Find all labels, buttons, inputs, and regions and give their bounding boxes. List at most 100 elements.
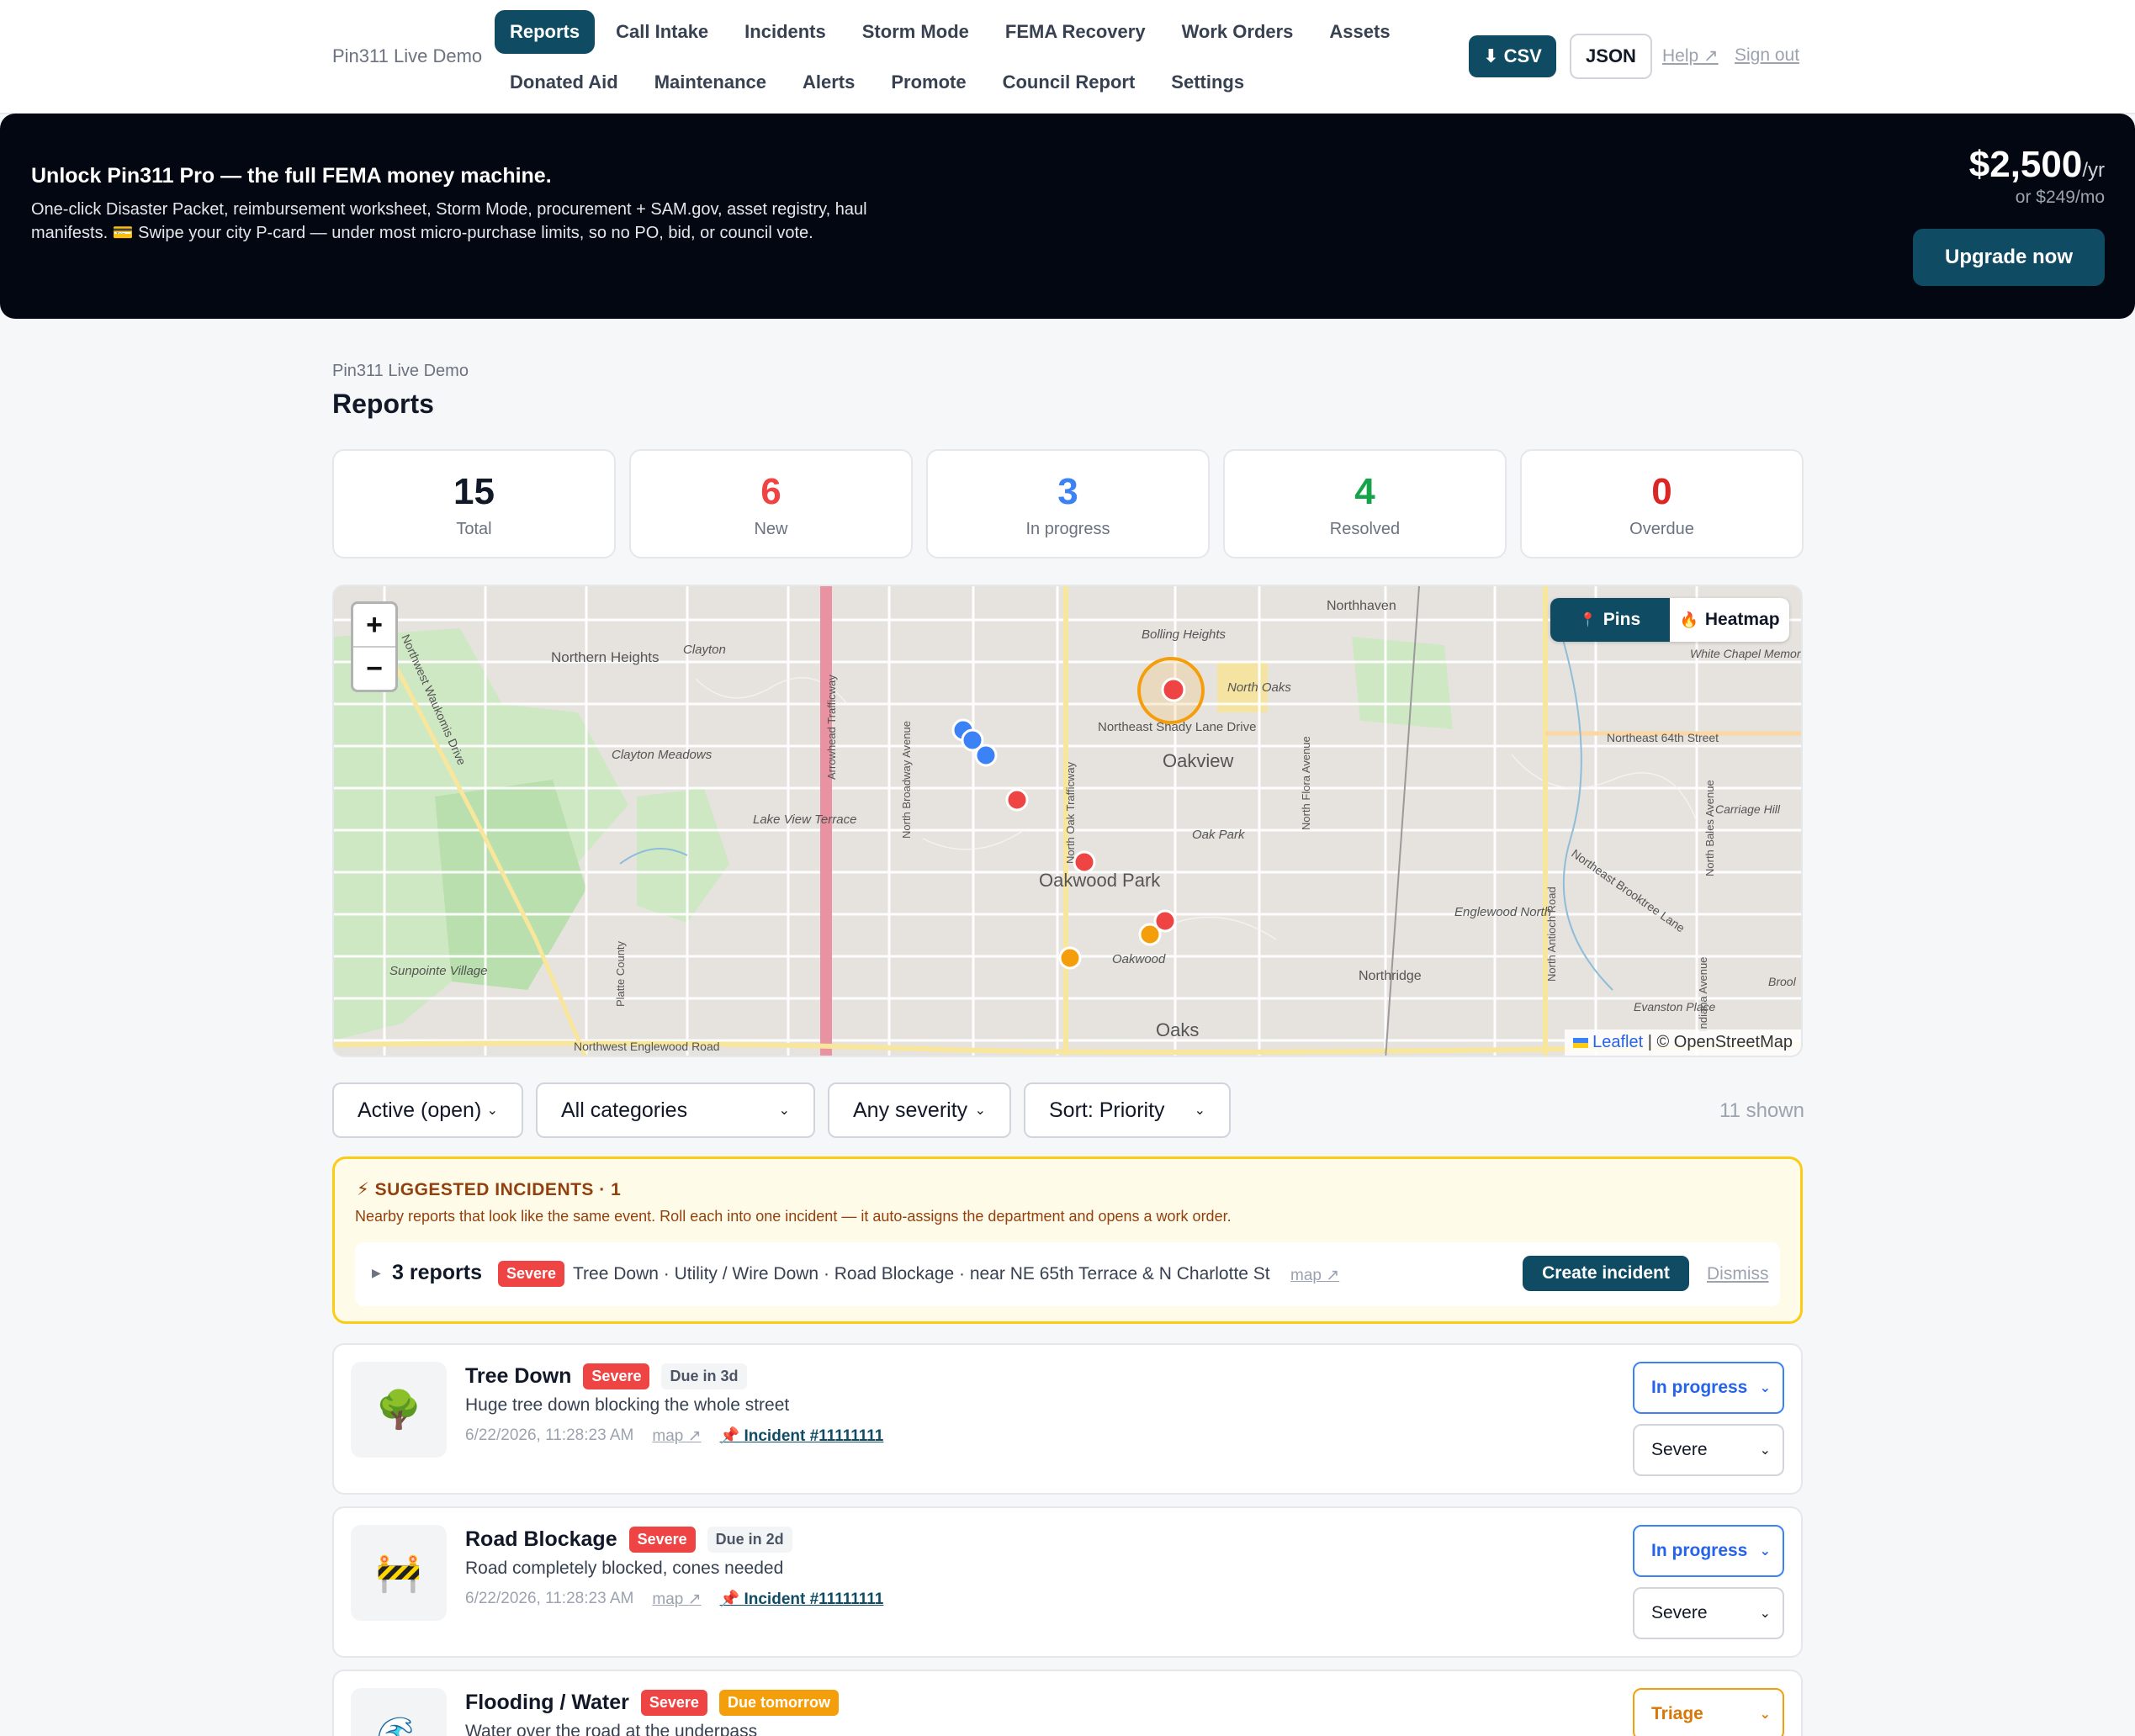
shown-count: 11 shown [1719,1099,1804,1122]
severity-value: Severe [1651,1440,1708,1459]
nav-tab-work-orders[interactable]: Work Orders [1167,10,1309,54]
nav-tab-donated-aid[interactable]: Donated Aid [495,61,633,104]
nav-tab-settings[interactable]: Settings [1156,61,1259,104]
nav-tab-fema-recovery[interactable]: FEMA Recovery [990,10,1161,54]
pin-severe[interactable] [1073,850,1096,874]
pin-severe[interactable] [1161,677,1186,702]
chevron-down-icon: ⌄ [1759,1707,1771,1722]
report-card[interactable]: 🚧 Road Blockage Severe Due in 2d Road co… [332,1506,1803,1658]
status-value: In progress [1651,1378,1748,1397]
place-label: North Broadway Avenue [900,721,913,839]
report-count: 3 reports [392,1261,482,1284]
nav-tab-assets[interactable]: Assets [1314,10,1405,54]
leaflet-link[interactable]: Leaflet [1592,1033,1643,1051]
status-value: Triage [1651,1704,1703,1723]
download-csv-button[interactable]: ⬇ CSV [1469,35,1556,77]
category-filter-select[interactable]: All categories ⌄ [536,1082,815,1138]
report-card[interactable]: 🌳 Tree Down Severe Due in 3d Huge tree d… [332,1343,1803,1495]
report-title: Tree Down [465,1364,572,1388]
place-label: Sunpointe Village [389,964,487,978]
nav-tab-reports[interactable]: Reports [495,10,596,54]
zoom-out-button[interactable]: − [353,648,395,690]
reports-map[interactable]: Northern Heights Clayton Clayton Meadows… [332,585,1803,1057]
promo-text: One-click Disaster Packet, reimbursement… [31,200,867,242]
status-filter-select[interactable]: Active (open) ⌄ [332,1082,523,1138]
report-title: Flooding / Water [465,1691,629,1714]
status-select[interactable]: In progress ⌄ [1633,1525,1784,1577]
stat-card-new[interactable]: 6 New [629,449,913,558]
due-badge: Due in 2d [707,1527,792,1553]
heatmap-label: Heatmap [1704,610,1780,629]
chevron-down-icon: ⌄ [1194,1104,1205,1118]
nav-row-1: Reports Call Intake Incidents Storm Mode… [495,10,1412,54]
place-label: Clayton [683,643,726,657]
nav-tab-storm-mode[interactable]: Storm Mode [847,10,984,54]
map-tiles[interactable]: Northern Heights Clayton Clayton Meadows… [334,586,1803,1057]
stat-card-total[interactable]: 15 Total [332,449,616,558]
pin-triage[interactable] [1138,923,1162,946]
pins-toggle-button[interactable]: 📍 Pins [1550,598,1670,642]
nav-tab-maintenance[interactable]: Maintenance [639,61,781,104]
suggested-incidents-panel: ⚡ SUGGESTED INCIDENTS · 1 Nearby reports… [332,1156,1803,1324]
download-icon: ⬇ [1483,45,1499,66]
upgrade-now-button[interactable]: Upgrade now [1913,229,2105,286]
map-link[interactable]: map ↗ [652,1426,701,1446]
severity-value: Severe [1651,1603,1708,1622]
pin-in-progress[interactable] [974,744,998,767]
status-select[interactable]: Triage ⌄ [1633,1688,1784,1736]
promo-title: Unlock Pin311 Pro — the full FEMA money … [31,164,552,188]
download-json-button[interactable]: JSON [1570,34,1652,79]
stat-label: Total [456,520,492,538]
sort-select[interactable]: Sort: Priority ⌄ [1024,1082,1231,1138]
stat-value: 4 [1354,471,1375,512]
place-label: North Bales Avenue [1703,780,1716,876]
barrier-icon: 🚧 [351,1525,447,1621]
heatmap-toggle-button[interactable]: 🔥 Heatmap [1670,598,1789,642]
expand-caret-icon[interactable]: ▶ [372,1266,381,1280]
chevron-down-icon: ⌄ [486,1104,498,1118]
zoom-control: + − [351,601,398,692]
map-link[interactable]: map ↗ [652,1590,701,1609]
place-label: Northridge [1359,969,1422,983]
place-label: North Antioch Road [1545,887,1558,982]
chevron-down-icon: ⌄ [1759,1606,1771,1621]
incident-link[interactable]: 📌 Incident #11111111 [720,1589,884,1609]
report-title-row: Road Blockage Severe Due in 2d [465,1527,792,1553]
severity-filter-select[interactable]: Any severity ⌄ [828,1082,1011,1138]
dismiss-button[interactable]: Dismiss [1707,1264,1769,1284]
nav-tab-alerts[interactable]: Alerts [787,61,870,104]
stat-card-in-progress[interactable]: 3 In progress [926,449,1210,558]
pin-severe[interactable] [1005,788,1029,812]
stat-card-overdue[interactable]: 0 Overdue [1520,449,1804,558]
water-icon: 🌊 [351,1688,447,1736]
zoom-in-button[interactable]: + [353,604,395,648]
stat-card-resolved[interactable]: 4 Resolved [1223,449,1507,558]
pin-triage[interactable] [1058,946,1082,970]
severity-select[interactable]: Severe ⌄ [1633,1424,1784,1476]
place-label: Lake View Terrace [753,812,856,827]
report-timestamp: 6/22/2026, 11:28:23 AM [465,1426,634,1444]
severity-select[interactable]: Severe ⌄ [1633,1587,1784,1639]
incident-link[interactable]: 📌 Incident #11111111 [720,1426,884,1446]
help-link[interactable]: Help ↗ [1662,45,1719,66]
status-select[interactable]: In progress ⌄ [1633,1362,1784,1414]
place-label: Platte County [614,940,627,1007]
stat-value: 6 [760,471,781,512]
map-link[interactable]: map ↗ [1290,1266,1339,1285]
nav-tab-call-intake[interactable]: Call Intake [601,10,723,54]
nav-row-2: Donated Aid Maintenance Alerts Promote C… [495,61,1265,104]
report-card[interactable]: 🌊 Flooding / Water Severe Due tomorrow W… [332,1670,1803,1736]
severity-badge: Severe [498,1261,565,1287]
nav-tab-council-report[interactable]: Council Report [988,61,1151,104]
suggested-incident-row[interactable]: ▶ 3 reports Severe Tree Down · Utility /… [355,1242,1780,1306]
create-incident-button[interactable]: Create incident [1523,1256,1689,1291]
report-meta: 6/22/2026, 11:28:23 AM map ↗ 📌 Incident … [465,1426,883,1446]
report-title: Road Blockage [465,1527,617,1551]
nav-tab-promote[interactable]: Promote [876,61,981,104]
price-unit: /yr [2082,159,2105,182]
sign-out-link[interactable]: Sign out [1735,45,1799,66]
stat-label: Resolved [1329,520,1401,538]
map-attribution: Leaflet | © OpenStreetMap [1564,1029,1801,1056]
stat-value: 15 [453,471,495,512]
nav-tab-incidents[interactable]: Incidents [729,10,841,54]
